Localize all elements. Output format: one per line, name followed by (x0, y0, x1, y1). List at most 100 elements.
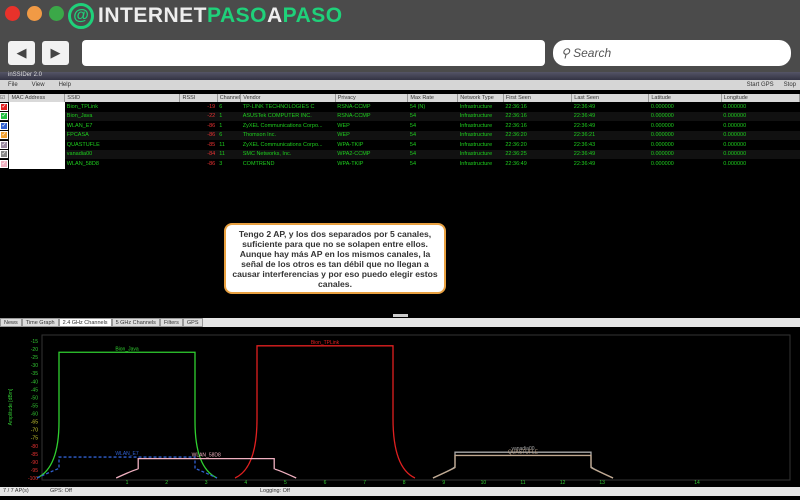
column-header[interactable]: MAC Address (8, 94, 66, 102)
row-checkbox[interactable]: ✓ (0, 121, 9, 131)
channel-cell: 11 (219, 141, 225, 148)
at-icon: @ (68, 3, 94, 29)
x-tick-label: 13 (599, 480, 605, 486)
column-header[interactable]: SSID (64, 94, 181, 102)
first-cell: 22:36:16 (505, 103, 527, 110)
column-header[interactable]: Longitude (721, 94, 800, 102)
vendor-cell: COMTREND (242, 160, 275, 167)
y-tick-label: -70 (31, 428, 38, 434)
row-checkbox[interactable]: ✓ (0, 140, 9, 150)
type-cell: Infrastructure (457, 149, 504, 159)
column-header[interactable]: RSSI (179, 94, 218, 102)
column-header[interactable]: Privacy (335, 94, 409, 102)
vendor-cell: ASUSTek COMPUTER INC. (240, 111, 336, 121)
table-row[interactable]: ✓ Bion_Java -22 1 ASUSTek COMPUTER INC. RSNA-… (0, 111, 800, 121)
column-header[interactable]: Last Seen (571, 94, 650, 102)
x-tick-label: 14 (694, 480, 700, 486)
browser-title-bar: @ INTERNET PASO A PASO (0, 0, 800, 38)
row-checkbox[interactable]: ✓ (0, 159, 9, 169)
column-header[interactable]: Vendor (240, 94, 336, 102)
maximize-button[interactable] (49, 6, 64, 21)
last-cell: 22:36:49 (573, 160, 596, 167)
vendor-cell: TP-LINK TECHNOLOGIES C (242, 103, 315, 110)
tab-5-ghz-channels[interactable]: 5 GHz Channels (111, 318, 160, 327)
browser-nav-bar: ◀ ▶ ⚲ Search (0, 38, 800, 72)
back-button[interactable]: ◀ (8, 41, 35, 65)
first-cell: 22:36:49 (505, 160, 527, 167)
column-header[interactable]: First Seen (503, 94, 573, 102)
rate-cell: 54 (407, 130, 458, 140)
lon-cell: 0.000000 (723, 103, 747, 110)
column-header[interactable]: Network Type (457, 94, 504, 102)
y-tick-label: -45 (31, 387, 38, 393)
ssid-cell: Bion_TPLink (66, 103, 98, 110)
privacy-cell: RSNA-CCMP (337, 103, 371, 110)
table-row[interactable]: ✓ WLAN_58D8 -86 3 COMTREND WPA-TKIP 54 Infrastr… (0, 159, 800, 169)
ssid-cell: FPCASA (64, 130, 180, 140)
stop-button[interactable]: Stop (784, 80, 796, 90)
url-input[interactable] (82, 40, 545, 66)
row-checkbox[interactable]: ✓ (0, 149, 9, 159)
tab-news[interactable]: News (0, 318, 22, 327)
table-row[interactable]: ✓ FPCASA -86 6 Thomson Inc. WEP 54 Infrastructu… (0, 130, 800, 140)
row-checkbox[interactable]: ✓ (0, 111, 9, 121)
row-checkbox[interactable]: ✓ (0, 130, 9, 140)
table-row[interactable]: ✓ Bion_TPLink -19 6 TP-LINK TECHNOLOGIES C RS… (0, 102, 800, 112)
y-tick-label: -65 (31, 420, 38, 426)
tab-gps[interactable]: GPS (182, 318, 203, 327)
menu-help[interactable]: Help (59, 80, 71, 90)
x-tick-label: 2 (165, 480, 168, 486)
y-axis-label: Amplitude [dBm] (8, 388, 14, 425)
column-header[interactable]: Max Rate (407, 94, 459, 102)
menu-view[interactable]: View (32, 80, 45, 90)
mac-cell (8, 140, 65, 150)
table-row[interactable]: ✓ QUASTUFLE -85 11 ZyXEL Communications Corp… (0, 140, 800, 150)
x-tick-label: 8 (403, 480, 406, 486)
start-gps-button[interactable]: Start GPS (747, 80, 774, 90)
rssi-cell: -86 (207, 160, 216, 167)
rssi-cell: -84 (179, 149, 218, 159)
tab-filters[interactable]: Filters (159, 318, 183, 327)
search-input[interactable]: ⚲ Search (553, 40, 791, 66)
mac-cell (8, 111, 65, 121)
lat-cell: 0.000000 (648, 149, 722, 159)
x-tick-label: 10 (481, 480, 487, 486)
lon-cell: 0.000000 (721, 149, 800, 159)
menu-file[interactable]: File (8, 80, 18, 90)
last-cell: 22:36:21 (571, 130, 649, 140)
x-tick-label: 5 (284, 480, 287, 486)
menu-bar: File View Help Start GPS Stop (0, 80, 800, 90)
x-tick-label: 1 (126, 480, 129, 486)
type-cell: Infrastructure (459, 160, 493, 167)
minimize-button[interactable] (27, 6, 42, 21)
first-cell: 22:36:20 (505, 141, 527, 148)
splitter-handle[interactable] (393, 314, 408, 317)
tab-2-4-ghz-channels[interactable]: 2.4 GHz Channels (58, 318, 112, 327)
last-cell: 22:36:49 (573, 122, 596, 129)
x-tick-label: 9 (442, 480, 445, 486)
close-button[interactable] (5, 6, 20, 21)
tab-bar: News Time Graph 2.4 GHz Channels 5 GHz Chan… (0, 318, 800, 327)
last-cell: 22:36:49 (571, 149, 649, 159)
select-all-checkbox[interactable]: ☑ (0, 94, 10, 102)
channel-cell: 6 (217, 130, 241, 140)
tab-time-graph[interactable]: Time Graph (21, 318, 59, 327)
ap-label: QUASTUFLE (508, 449, 539, 455)
y-tick-label: -20 (31, 347, 38, 353)
y-tick-label: -80 (31, 444, 38, 450)
lon-cell: 0.000000 (723, 160, 747, 167)
rate-cell: 54 (407, 111, 458, 121)
column-header[interactable]: Channel (217, 94, 242, 102)
logging-status: Logging: Off (260, 488, 290, 494)
row-checkbox[interactable]: ✓ (0, 102, 9, 112)
y-tick-label: -15 (31, 339, 38, 345)
ap-label: Bion_TPLink (311, 340, 340, 346)
column-header[interactable]: Latitude (648, 94, 722, 102)
ssid-cell: Bion_Java (64, 111, 180, 121)
ssid-cell: QUASTUFLE (66, 141, 100, 148)
y-tick-label: -40 (31, 379, 38, 385)
table-row[interactable]: ✓ WLAN_E7 -86 1 ZyXEL Communications Corpo..… (0, 121, 800, 131)
rate-cell: 54 (N) (409, 103, 426, 110)
table-row[interactable]: ✓ vanadia00 -84 11 SMC Networks, Inc. WPA2-CC… (0, 149, 800, 159)
forward-button[interactable]: ▶ (42, 41, 69, 65)
